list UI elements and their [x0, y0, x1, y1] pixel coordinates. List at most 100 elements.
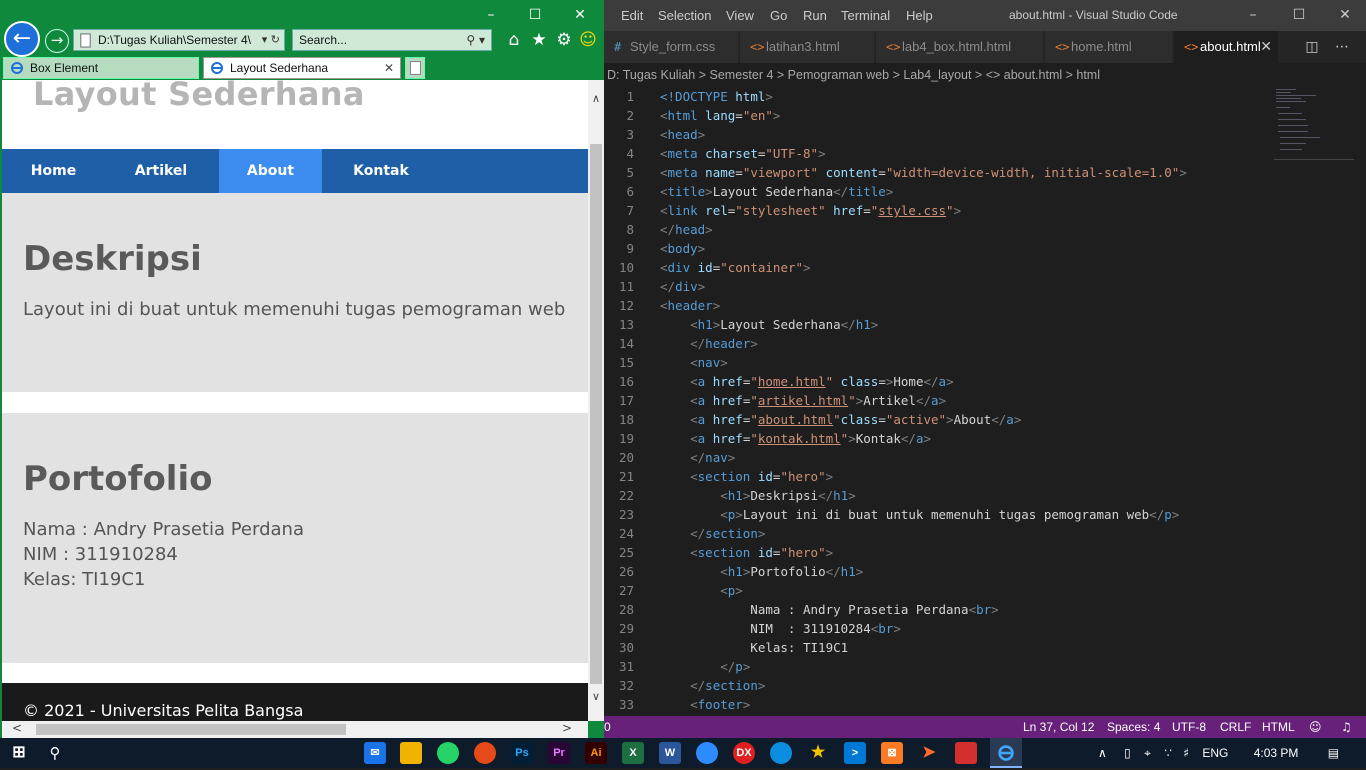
menu-run[interactable]: Run [803, 0, 827, 31]
refresh-icon[interactable]: ▾ ↻ [262, 30, 280, 50]
illustrator-icon[interactable]: Ai [585, 742, 607, 764]
tab-layout-sederhana[interactable]: Layout Sederhana ✕ [203, 57, 401, 79]
code-line[interactable]: 25 <section id="hero"> [604, 543, 1274, 562]
language-mode[interactable]: HTML [1262, 716, 1295, 738]
code-line[interactable]: 4 <meta charset="UTF-8"> [604, 144, 1274, 163]
search-icon[interactable]: ⚲ ▾ [466, 30, 485, 50]
code-line[interactable]: 22 <h1>Deskripsi</h1> [604, 486, 1274, 505]
horizontal-scrollbar[interactable]: < > [2, 721, 588, 738]
editor-tab-latihan3[interactable]: <> latihan3.html [740, 31, 875, 63]
minimap[interactable] [1274, 87, 1360, 167]
show-hidden-icons[interactable]: ∧ [1098, 746, 1107, 760]
chrome-icon[interactable] [474, 742, 496, 764]
code-line[interactable]: 10 <div id="container"> [604, 258, 1274, 277]
code-line[interactable]: 3 <head> [604, 125, 1274, 144]
editor-tab-style-form[interactable]: # Style_form.css [604, 31, 739, 63]
menu-go[interactable]: Go [770, 0, 787, 31]
code-line[interactable]: 7 <link rel="stylesheet" href="style.css"… [604, 201, 1274, 220]
code-line[interactable]: 32 </section> [604, 676, 1274, 695]
menu-view[interactable]: View [726, 0, 754, 31]
code-line[interactable]: 12 <header> [604, 296, 1274, 315]
clock[interactable]: 4:03 PM [1254, 746, 1299, 760]
search-icon[interactable]: ⚲ [44, 742, 66, 764]
scroll-right-icon[interactable]: > [562, 721, 572, 735]
scroll-thumb[interactable] [590, 144, 602, 684]
star-app-icon[interactable]: ★ [807, 742, 829, 764]
internet-explorer-taskbar-icon[interactable] [990, 738, 1022, 768]
code-line[interactable]: 30 Kelas: TI19C1 [604, 638, 1274, 657]
code-line[interactable]: 27 <p> [604, 581, 1274, 600]
whatsapp-icon[interactable] [437, 742, 459, 764]
code-line[interactable]: 9 <body> [604, 239, 1274, 258]
vertical-scrollbar[interactable]: ∧ ∨ [588, 80, 604, 721]
code-line[interactable]: 29 NIM : 311910284<br> [604, 619, 1274, 638]
code-line[interactable]: 21 <section id="hero"> [604, 467, 1274, 486]
code-line[interactable]: 31 </p> [604, 657, 1274, 676]
feedback-icon[interactable]: ☺ [1309, 716, 1322, 738]
scroll-down-icon[interactable]: ∨ [588, 690, 604, 703]
close-icon[interactable]: ✕ [1325, 0, 1365, 31]
tab-box-element[interactable]: Box Element [3, 57, 199, 79]
zoom-icon[interactable] [696, 742, 718, 764]
new-tab-button[interactable] [405, 57, 425, 79]
notifications-bell-icon[interactable]: ♫ [1341, 716, 1352, 738]
scroll-up-icon[interactable]: ∧ [588, 92, 604, 105]
code-line[interactable]: 24 </section> [604, 524, 1274, 543]
battery-icon[interactable]: ▯ [1124, 746, 1131, 760]
nav-link-about[interactable]: About [219, 149, 322, 193]
breadcrumb[interactable]: D: Tugas Kuliah > Semester 4 > Pemograma… [604, 63, 1366, 87]
file-explorer-icon[interactable] [400, 742, 422, 764]
pdf-icon[interactable] [955, 742, 977, 764]
address-bar[interactable]: D:\Tugas Kuliah\Semester 4\ ▾ ↻ [73, 29, 285, 51]
edge-icon[interactable] [770, 742, 792, 764]
mail-icon[interactable]: ✉ [364, 742, 386, 764]
maximize-icon[interactable]: ☐ [1279, 0, 1319, 31]
code-line[interactable]: 33 <footer> [604, 695, 1274, 714]
code-line[interactable]: 15 <nav> [604, 353, 1274, 372]
encoding[interactable]: UTF-8 [1172, 716, 1206, 738]
minimize-icon[interactable]: – [1233, 0, 1273, 31]
word-icon[interactable]: W [659, 742, 681, 764]
volume-icon[interactable]: ♯ [1183, 746, 1189, 760]
search-input[interactable]: Search... ⚲ ▾ [292, 29, 492, 51]
language-indicator[interactable]: ENG [1202, 746, 1228, 760]
code-line[interactable]: 19 <a href="kontak.html">Kontak</a> [604, 429, 1274, 448]
forward-button[interactable]: → [45, 29, 69, 53]
nav-link-artikel[interactable]: Artikel [109, 149, 213, 193]
minimize-icon[interactable]: – [479, 5, 503, 25]
premiere-icon[interactable]: Pr [548, 742, 570, 764]
wifi-icon[interactable]: ∵ [1164, 746, 1172, 760]
code-line[interactable]: 6 <title>Layout Sederhana</title> [604, 182, 1274, 201]
code-line[interactable]: 1 <!DOCTYPE html> [604, 87, 1274, 106]
back-button[interactable]: ← [4, 21, 40, 57]
code-line[interactable]: 28 Nama : Andry Prasetia Perdana<br> [604, 600, 1274, 619]
menu-terminal[interactable]: Terminal [841, 0, 890, 31]
indentation[interactable]: Spaces: 4 [1107, 716, 1160, 738]
nav-link-kontak[interactable]: Kontak [328, 149, 434, 193]
favorites-star-icon[interactable]: ★ [529, 29, 549, 51]
close-icon[interactable]: ✕ [568, 5, 592, 25]
code-line[interactable]: 26 <h1>Portofolio</h1> [604, 562, 1274, 581]
code-line[interactable]: 18 <a href="about.html"class="active">Ab… [604, 410, 1274, 429]
dx-icon[interactable]: DX [733, 742, 755, 764]
arrow-app-icon[interactable]: ➤ [918, 742, 940, 764]
code-line[interactable]: 20 </nav> [604, 448, 1274, 467]
scroll-left-icon[interactable]: < [12, 721, 22, 735]
menu-help[interactable]: Help [906, 0, 933, 31]
editor-tab-lab4-box[interactable]: <> lab4_box.html.html [876, 31, 1044, 63]
code-line[interactable]: 11 </div> [604, 277, 1274, 296]
editor-tab-about[interactable]: <> about.html ✕ [1174, 31, 1279, 63]
code-editor[interactable]: 1 <!DOCTYPE html> 2 <html lang="en"> 3 <head>… [604, 87, 1366, 716]
home-icon[interactable]: ⌂ [504, 29, 524, 51]
code-line[interactable]: 13 <h1>Layout Sederhana</h1> [604, 315, 1274, 334]
close-tab-icon[interactable]: ✕ [1260, 31, 1272, 63]
excel-icon[interactable]: X [622, 742, 644, 764]
code-line[interactable]: 5 <meta name="viewport" content="width=de… [604, 163, 1274, 182]
code-line[interactable]: 8 </head> [604, 220, 1274, 239]
cursor-position[interactable]: Ln 37, Col 12 [1023, 716, 1094, 738]
code-line[interactable]: 16 <a href="home.html" class=>Home</a> [604, 372, 1274, 391]
menu-edit[interactable]: Edit [621, 0, 643, 31]
line-ending[interactable]: CRLF [1220, 716, 1251, 738]
windows-start-icon[interactable]: ⊞ [8, 742, 30, 764]
scroll-thumb[interactable] [36, 724, 346, 735]
